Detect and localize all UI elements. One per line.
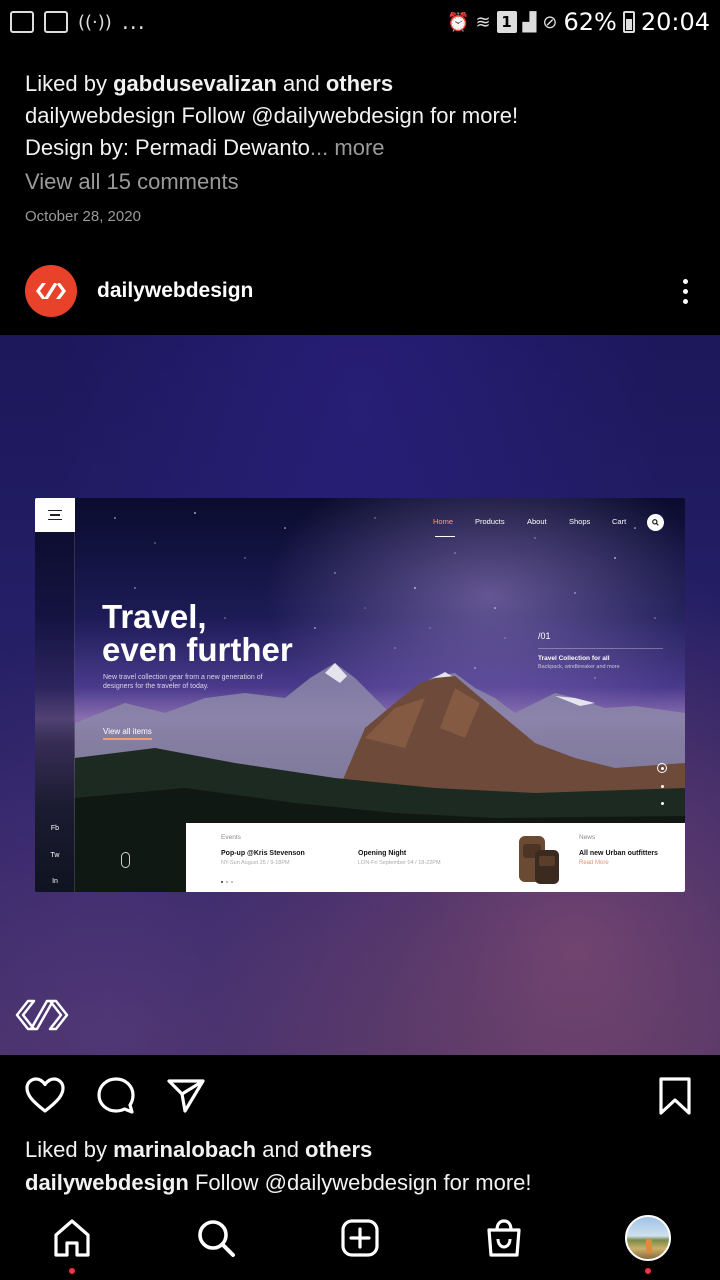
new-post-icon	[341, 1219, 379, 1257]
mockup-nav-cart: Cart	[612, 517, 627, 526]
dot	[682, 298, 688, 304]
caption: dailywebdesign Follow @dailywebdesign fo…	[25, 103, 519, 128]
more-options-button[interactable]	[675, 271, 695, 311]
view-comments-link[interactable]: View all 15 comments	[25, 166, 695, 198]
shop-icon	[487, 1219, 521, 1257]
event2-sub: LON-Fri September 04 / 18-22PM	[358, 860, 441, 866]
more-link[interactable]: more	[328, 135, 384, 160]
event1-title: Pop-up @Kris Stevenson	[221, 850, 305, 857]
caption: dailywebdesign Follow @dailywebdesign fo…	[25, 1170, 532, 1195]
share-icon[interactable]	[165, 1075, 207, 1117]
battery-percentage: 62%	[563, 8, 617, 36]
mockup-nav-products: Products	[475, 517, 505, 526]
brand-logo-icon	[36, 283, 66, 299]
post-username[interactable]: dailywebdesign	[97, 279, 253, 303]
bottom-navigation	[0, 1200, 720, 1280]
mockup-slide-dot	[661, 802, 664, 805]
mockup-info-panel: Events Pop-up @Kris Stevenson NY-Sun Aug…	[186, 823, 685, 892]
liked-others-link[interactable]: others	[305, 1137, 372, 1162]
nav-new-post[interactable]	[336, 1214, 384, 1262]
liked-user-link[interactable]: marinalobach	[113, 1137, 256, 1162]
hamburger-menu-icon	[35, 498, 75, 532]
website-mockup: Fb Tw In Home Products About Shops Cart …	[35, 498, 685, 892]
mockup-social-tw: Tw	[50, 852, 60, 859]
battery-icon	[622, 11, 635, 33]
likes-line: Liked by gabdusevalizan and others	[25, 71, 394, 96]
home-icon	[54, 1219, 90, 1257]
backpack-image	[519, 836, 559, 884]
sim-slot-badge: 1	[496, 11, 517, 33]
caption-line-2: Design by: Permadi Dewanto... more	[25, 135, 385, 160]
mockup-headline: Travel, even further	[102, 598, 293, 668]
caption-username[interactable]: dailywebdesign	[25, 103, 175, 128]
nav-shop[interactable]	[480, 1214, 528, 1262]
alarm-icon: ⏰	[447, 11, 470, 33]
news-title: All new Urban outfitters	[579, 850, 658, 857]
brand-watermark-icon	[15, 999, 69, 1031]
mockup-divider	[538, 648, 663, 649]
mockup-nav-about: About	[527, 517, 547, 526]
mockup-nav-shops: Shops	[569, 517, 591, 526]
previous-post-footer: Liked by gabdusevalizan and others daily…	[25, 68, 695, 225]
panel-dot	[226, 881, 228, 883]
mockup-collection-title: Travel Collection for all	[538, 655, 610, 662]
profile-notification-dot	[645, 1268, 651, 1274]
events-label: Events	[221, 834, 241, 841]
mockup-social-in: In	[52, 878, 58, 885]
more-notifications: ...	[121, 9, 146, 35]
wifi-icon: ≋	[475, 11, 491, 33]
post-actions	[0, 1055, 720, 1137]
mail-icon	[44, 11, 68, 33]
post-header: dailywebdesign	[0, 258, 720, 324]
profile-avatar	[625, 1215, 671, 1261]
home-notification-dot	[69, 1268, 75, 1274]
news-read-more: Read More	[579, 860, 609, 866]
signal-icon: ▟	[522, 11, 537, 33]
mockup-cta: View all items	[103, 727, 152, 740]
mockup-sidebar	[35, 498, 75, 892]
status-bar: ((·)) ... ⏰ ≋ 1 ▟ ⊘ 62% 20:04	[0, 0, 720, 44]
likes-line: Liked by marinalobach and others	[25, 1137, 373, 1162]
nav-search[interactable]	[192, 1214, 240, 1262]
hotspot-icon: ((·))	[78, 11, 112, 33]
panel-dot	[231, 881, 233, 883]
do-not-disturb-icon: ⊘	[542, 11, 558, 33]
liked-others-link[interactable]: others	[326, 71, 393, 96]
comment-icon[interactable]	[95, 1075, 137, 1117]
bookmark-icon[interactable]	[654, 1075, 696, 1117]
clock: 20:04	[640, 8, 710, 36]
dot	[682, 278, 688, 284]
panel-dot	[221, 881, 223, 883]
search-icon	[198, 1220, 235, 1257]
gallery-icon	[10, 11, 34, 33]
event2-title: Opening Night	[358, 850, 407, 857]
heart-icon[interactable]	[24, 1075, 66, 1117]
caption-username[interactable]: dailywebdesign	[25, 1170, 189, 1195]
nav-home[interactable]	[48, 1214, 96, 1262]
mockup-search-icon	[647, 514, 664, 531]
mockup-slide-indicator	[657, 763, 667, 773]
news-label: News	[579, 834, 596, 841]
nav-active-underline	[435, 536, 455, 537]
mockup-collection-sub: Backpack, windbreaker and more	[538, 664, 620, 670]
scroll-mouse-icon	[121, 852, 130, 868]
dot	[682, 288, 688, 294]
nav-profile[interactable]	[624, 1214, 672, 1262]
mockup-index: /01	[538, 631, 551, 641]
post-date: October 28, 2020	[25, 208, 141, 225]
mockup-subtext: New travel collection gear from a new ge…	[103, 674, 263, 690]
mockup-slide-dot	[661, 785, 664, 788]
mockup-social-fb: Fb	[50, 825, 60, 832]
liked-user-link[interactable]: gabdusevalizan	[113, 71, 277, 96]
post-image[interactable]: Fb Tw In Home Products About Shops Cart …	[0, 335, 720, 1055]
mockup-nav-home: Home	[433, 517, 454, 526]
avatar[interactable]	[25, 265, 77, 317]
event1-sub: NY-Sun August 25 / 9-18PM	[221, 860, 290, 866]
